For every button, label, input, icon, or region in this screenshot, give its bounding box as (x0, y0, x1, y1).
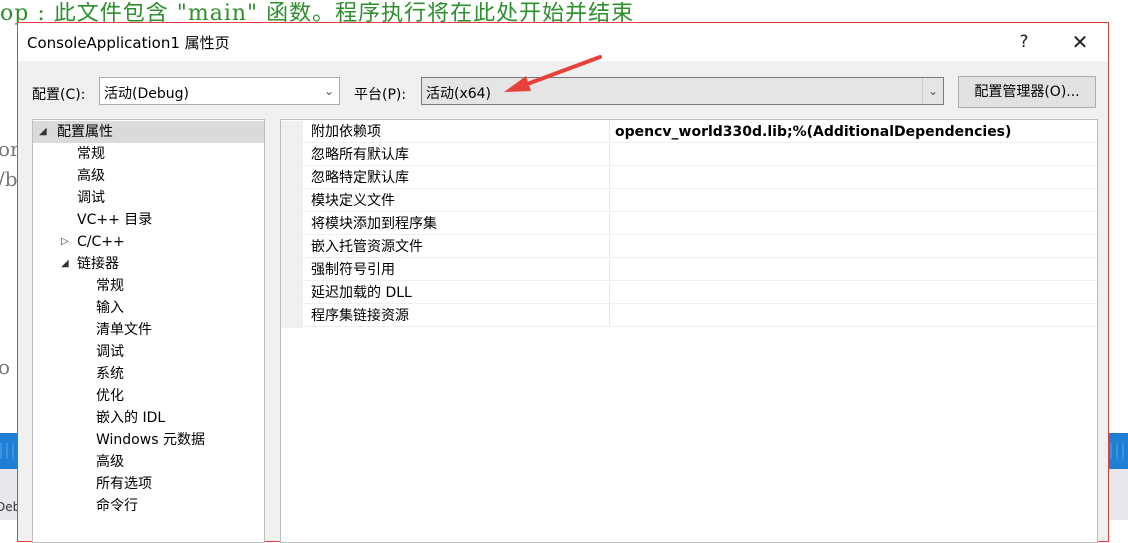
property-name: 忽略所有默认库 (303, 144, 610, 166)
tree-item-linker-advanced[interactable]: 高级 (96, 451, 124, 473)
tree-item-debugging[interactable]: 调试 (77, 187, 105, 209)
property-name: 模块定义文件 (303, 190, 610, 212)
row-gutter (281, 259, 303, 282)
tree-item-linker-system[interactable]: 系统 (96, 363, 124, 385)
row-gutter (281, 144, 303, 167)
row-gutter (281, 305, 303, 328)
property-name: 强制符号引用 (303, 259, 610, 281)
property-row[interactable]: 模块定义文件 (281, 190, 1097, 213)
tree-item-linker-embedded-idl[interactable]: 嵌入的 IDL (96, 407, 165, 429)
expanded-arrow-icon[interactable]: ◢ (39, 121, 51, 143)
tree-item-linker-all-options[interactable]: 所有选项 (96, 473, 152, 495)
property-row[interactable]: 将模块添加到程序集 (281, 213, 1097, 236)
property-name: 嵌入托管资源文件 (303, 236, 610, 258)
row-gutter (281, 236, 303, 259)
property-value[interactable] (610, 190, 1097, 212)
property-value[interactable] (610, 259, 1097, 281)
property-name: 延迟加载的 DLL (303, 282, 610, 304)
property-value[interactable]: opencv_world330d.lib;%(AdditionalDepende… (610, 121, 1097, 143)
property-value[interactable] (610, 236, 1097, 258)
property-pages-dialog: ConsoleApplication1 属性页 ? ✕ 配置(C): 活动(De… (17, 22, 1109, 543)
chevron-down-icon: ⌄ (323, 84, 335, 98)
property-tree: ◢ 配置属性 常规 高级 调试 VC++ 目录 ▷ C/C++ ◢ 链接器 常规… (32, 119, 265, 543)
property-row[interactable]: 强制符号引用 (281, 259, 1097, 282)
chevron-down-icon: ⌄ (922, 78, 943, 104)
row-gutter (281, 282, 303, 305)
expanded-arrow-icon[interactable]: ◢ (61, 253, 73, 275)
code-fragment: o (0, 355, 11, 379)
tree-item-label: 配置属性 (57, 124, 113, 140)
property-grid: 附加依赖项 opencv_world330d.lib;%(AdditionalD… (280, 119, 1098, 543)
tree-item-linker-debugging[interactable]: 调试 (96, 341, 124, 363)
property-value[interactable] (610, 144, 1097, 166)
configuration-manager-button[interactable]: 配置管理器(O)... (958, 76, 1096, 108)
property-name: 附加依赖项 (303, 121, 610, 143)
configuration-value: 活动(Debug) (104, 86, 189, 102)
tree-item-linker-optimization[interactable]: 优化 (96, 385, 124, 407)
code-fragment: /b (0, 167, 18, 191)
property-row[interactable]: 嵌入托管资源文件 (281, 236, 1097, 259)
platform-label: 平台(P): (354, 87, 407, 103)
help-button[interactable]: ? (1004, 27, 1044, 57)
tree-item-c-cpp[interactable]: ▷ C/C++ (57, 231, 257, 253)
property-row[interactable]: 忽略所有默认库 (281, 144, 1097, 167)
row-gutter (281, 213, 303, 236)
close-button[interactable]: ✕ (1060, 27, 1100, 57)
property-value[interactable] (610, 305, 1097, 327)
row-gutter (281, 190, 303, 213)
tree-item-advanced[interactable]: 高级 (77, 165, 105, 187)
dialog-title: ConsoleApplication1 属性页 (27, 34, 230, 52)
tree-item-linker-manifest[interactable]: 清单文件 (96, 319, 152, 341)
tree-item-vc-directories[interactable]: VC++ 目录 (77, 209, 152, 231)
property-value[interactable] (610, 167, 1097, 189)
collapsed-arrow-icon[interactable]: ▷ (61, 231, 73, 253)
tree-item-configuration-properties[interactable]: ◢ 配置属性 (33, 121, 264, 143)
platform-dropdown[interactable]: 活动(x64) ⌄ (421, 77, 944, 105)
property-value[interactable] (610, 282, 1097, 304)
tree-item-linker-input[interactable]: 输入 (96, 297, 124, 319)
tree-item-label: 链接器 (77, 256, 119, 272)
dialog-title-bar[interactable]: ConsoleApplication1 属性页 ? ✕ (18, 23, 1108, 61)
property-row[interactable]: 附加依赖项 opencv_world330d.lib;%(AdditionalD… (281, 121, 1097, 144)
property-name: 将模块添加到程序集 (303, 213, 610, 235)
tree-item-linker-general[interactable]: 常规 (96, 275, 124, 297)
property-value[interactable] (610, 213, 1097, 235)
tree-item-linker[interactable]: ◢ 链接器 (57, 253, 257, 275)
configuration-label: 配置(C): (32, 87, 86, 103)
property-name: 程序集链接资源 (303, 305, 610, 327)
row-gutter (281, 121, 303, 144)
property-row[interactable]: 忽略特定默认库 (281, 167, 1097, 190)
configuration-dropdown[interactable]: 活动(Debug) ⌄ (99, 77, 340, 105)
tree-item-linker-command-line[interactable]: 命令行 (96, 495, 138, 517)
tree-item-general[interactable]: 常规 (77, 143, 105, 165)
property-row[interactable]: 程序集链接资源 (281, 305, 1097, 328)
row-gutter (281, 167, 303, 190)
tree-item-label: C/C++ (77, 234, 125, 250)
tree-item-linker-windows-metadata[interactable]: Windows 元数据 (96, 429, 205, 451)
property-name: 忽略特定默认库 (303, 167, 610, 189)
property-row[interactable]: 延迟加载的 DLL (281, 282, 1097, 305)
platform-value: 活动(x64) (426, 86, 492, 102)
